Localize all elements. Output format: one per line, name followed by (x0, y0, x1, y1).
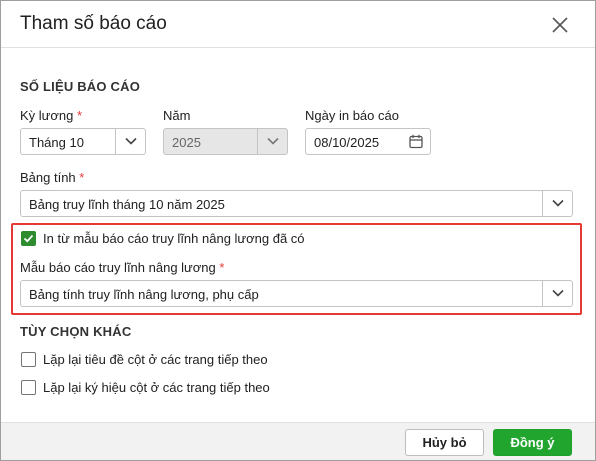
spreadsheet-select[interactable]: Bảng truy lĩnh tháng 10 năm 2025 (20, 190, 573, 217)
cancel-button[interactable]: Hủy bỏ (405, 429, 484, 456)
report-parameters-dialog: Tham số báo cáo SỐ LIỆU BÁO CÁO Kỳ lương… (0, 0, 596, 461)
print-date-label: Ngày in báo cáo (305, 108, 399, 123)
print-from-template-checkbox[interactable] (21, 231, 36, 246)
print-date-input[interactable]: 08/10/2025 (305, 128, 431, 155)
chevron-down-icon (267, 137, 279, 145)
checkmark-icon (23, 234, 34, 243)
chevron-down-icon (552, 289, 564, 297)
year-select: 2025 (163, 128, 288, 155)
section-title-other-options: TÙY CHỌN KHÁC (20, 324, 132, 339)
template-label-text: Mẫu báo cáo truy lĩnh nâng lương (20, 260, 216, 275)
chevron-down-icon (125, 137, 137, 145)
spreadsheet-label-text: Bảng tính (20, 170, 76, 185)
pay-period-value: Tháng 10 (29, 135, 84, 150)
required-marker: * (219, 260, 225, 275)
repeat-column-symbols-label: Lặp lại ký hiệu cột ở các trang tiếp the… (43, 380, 270, 395)
pay-period-label: Kỳ lương * (20, 108, 82, 123)
repeat-column-titles-label: Lặp lại tiêu đề cột ở các trang tiếp the… (43, 352, 268, 367)
chevron-down-icon (552, 199, 564, 207)
year-label: Năm (163, 108, 191, 123)
template-select[interactable]: Bảng tính truy lĩnh nâng lương, phụ cấp (20, 280, 573, 307)
print-from-template-label: In từ mẫu báo cáo truy lĩnh nâng lương đ… (43, 231, 305, 246)
required-marker: * (76, 108, 83, 123)
dialog-footer: Hủy bỏ Đồng ý (1, 422, 595, 460)
pay-period-dropdown-button[interactable] (115, 129, 145, 154)
pay-period-label-text: Kỳ lương (20, 108, 74, 123)
repeat-column-symbols-checkbox[interactable] (21, 380, 36, 395)
dialog-header: Tham số báo cáo (1, 1, 595, 48)
year-dropdown-button (257, 129, 287, 154)
template-dropdown-button[interactable] (542, 281, 572, 306)
spreadsheet-dropdown-button[interactable] (542, 191, 572, 216)
close-icon[interactable] (550, 15, 570, 35)
required-marker: * (79, 170, 85, 185)
print-date-value: 08/10/2025 (314, 135, 380, 150)
pay-period-select[interactable]: Tháng 10 (20, 128, 146, 155)
calendar-icon[interactable] (409, 134, 423, 149)
template-label: Mẫu báo cáo truy lĩnh nâng lương * (20, 260, 224, 275)
template-value: Bảng tính truy lĩnh nâng lương, phụ cấp (29, 287, 259, 302)
year-value: 2025 (172, 135, 201, 150)
spreadsheet-label: Bảng tính * (20, 170, 84, 185)
ok-button[interactable]: Đồng ý (493, 429, 572, 456)
spreadsheet-value: Bảng truy lĩnh tháng 10 năm 2025 (29, 197, 225, 212)
dialog-title: Tham số báo cáo (20, 13, 167, 34)
section-title-report-data: SỐ LIỆU BÁO CÁO (20, 79, 141, 94)
repeat-column-titles-checkbox[interactable] (21, 352, 36, 367)
